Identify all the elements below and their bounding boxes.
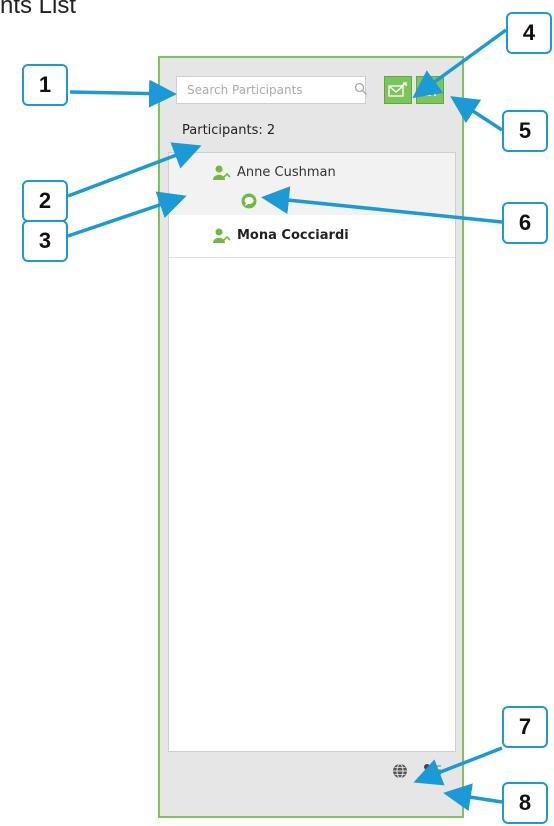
callout-1: 1 bbox=[22, 64, 68, 106]
callout-7: 7 bbox=[502, 706, 548, 748]
callout-arrow-7 bbox=[413, 746, 503, 786]
callout-arrow-8 bbox=[443, 783, 503, 812]
callout-8: 8 bbox=[502, 782, 548, 824]
callout-3: 3 bbox=[22, 220, 68, 262]
callout-arrow-1 bbox=[69, 79, 177, 108]
callout-2: 2 bbox=[22, 180, 68, 222]
callout-arrow-6 bbox=[261, 186, 503, 224]
callout-arrow-5 bbox=[450, 96, 503, 132]
callout-6: 6 bbox=[502, 202, 548, 244]
callout-arrow-4 bbox=[412, 28, 508, 99]
callout-5: 5 bbox=[502, 110, 548, 152]
callout-arrow-3 bbox=[67, 191, 187, 238]
callout-4: 4 bbox=[506, 12, 552, 54]
callout-arrows bbox=[67, 28, 508, 812]
callout-arrow-2 bbox=[67, 142, 202, 198]
